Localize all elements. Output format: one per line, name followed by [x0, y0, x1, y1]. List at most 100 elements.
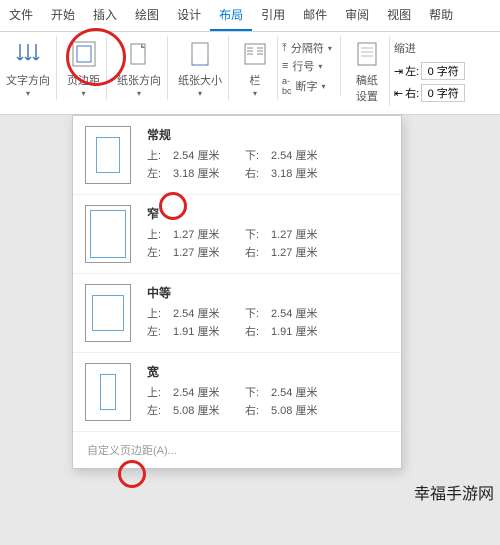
chevron-down-icon: ▾: [328, 44, 332, 53]
menu-item-邮件[interactable]: 邮件: [294, 0, 336, 31]
hyphenation-icon: a-bc: [282, 76, 292, 96]
text-direction-icon: [12, 38, 44, 70]
margin-bottom-value: 1.27 厘米: [271, 226, 343, 242]
margin-bottom-label: 下:: [245, 384, 271, 400]
menu-item-开始[interactable]: 开始: [42, 0, 84, 31]
margin-thumb-icon: [85, 363, 131, 421]
margin-top-value: 2.54 厘米: [173, 305, 245, 321]
orientation-label: 纸张方向: [117, 72, 161, 88]
margins-button[interactable]: 页边距 ▾: [61, 36, 107, 100]
indent-right-label: 右:: [405, 85, 419, 101]
orientation-icon: [123, 38, 155, 70]
margin-preset-宽[interactable]: 宽上:2.54 厘米下:2.54 厘米左:5.08 厘米右:5.08 厘米: [73, 353, 401, 432]
chevron-down-icon: ▾: [137, 89, 141, 98]
margin-thumb-icon: [85, 284, 131, 342]
chevron-down-icon: ▾: [253, 89, 257, 98]
breaks-label: 分隔符: [291, 40, 324, 56]
menu-item-视图[interactable]: 视图: [378, 0, 420, 31]
margin-left-label: 左:: [147, 244, 173, 260]
chevron-down-icon: ▾: [318, 62, 322, 71]
manuscript-icon: [351, 38, 383, 70]
chevron-down-icon: ▾: [198, 89, 202, 98]
margin-preset-中等[interactable]: 中等上:2.54 厘米下:2.54 厘米左:1.91 厘米右:1.91 厘米: [73, 274, 401, 353]
margin-top-label: 上:: [147, 305, 173, 321]
margin-bottom-value: 2.54 厘米: [271, 147, 343, 163]
manuscript-settings-button[interactable]: 稿纸 设置: [345, 36, 390, 106]
margin-right-value: 1.27 厘米: [271, 244, 343, 260]
menu-item-审阅[interactable]: 审阅: [336, 0, 378, 31]
hyphenation-button[interactable]: a-bc 断字 ▾: [282, 76, 332, 96]
menu-item-绘图[interactable]: 绘图: [126, 0, 168, 31]
margin-left-value: 5.08 厘米: [173, 402, 245, 418]
breaks-button[interactable]: ⤒ 分隔符 ▾: [282, 40, 332, 56]
breaks-icon: ⤒: [282, 42, 287, 55]
margins-label: 页边距: [67, 72, 100, 88]
indent-left-label: 左:: [405, 63, 419, 79]
menu-item-设计[interactable]: 设计: [168, 0, 210, 31]
margin-thumb-icon: [85, 205, 131, 263]
custom-margins-button[interactable]: 自定义页边距(A)...: [73, 432, 401, 468]
indent-right-input[interactable]: [421, 84, 465, 102]
menu-item-引用[interactable]: 引用: [252, 0, 294, 31]
margin-preset-name: 窄: [147, 205, 389, 222]
menubar: 文件开始插入绘图设计布局引用邮件审阅视图帮助: [0, 0, 500, 32]
hyphenation-label: 断字: [296, 78, 318, 94]
margin-right-value: 1.91 厘米: [271, 323, 343, 339]
menu-item-文件[interactable]: 文件: [0, 0, 42, 31]
text-direction-button[interactable]: 文字方向 ▾: [0, 36, 57, 100]
margin-top-value: 2.54 厘米: [173, 147, 245, 163]
line-numbers-label: 行号: [292, 58, 314, 74]
watermark-text: 幸福手游网: [414, 480, 494, 504]
margins-icon: [68, 38, 100, 70]
margin-bottom-label: 下:: [245, 305, 271, 321]
columns-label: 栏: [250, 72, 261, 88]
paper-size-label: 纸张大小: [178, 72, 222, 88]
indent-group: 缩进 ⇥ 左: ⇤ 右:: [394, 36, 465, 102]
margin-top-label: 上:: [147, 226, 173, 242]
margin-preset-name: 常规: [147, 126, 389, 143]
margin-thumb-icon: [85, 126, 131, 184]
orientation-button[interactable]: 纸张方向 ▾: [111, 36, 168, 100]
margin-preset-窄[interactable]: 窄上:1.27 厘米下:1.27 厘米左:1.27 厘米右:1.27 厘米: [73, 195, 401, 274]
margin-top-label: 上:: [147, 384, 173, 400]
margin-left-value: 3.18 厘米: [173, 165, 245, 181]
margin-left-value: 1.27 厘米: [173, 244, 245, 260]
columns-icon: [239, 38, 271, 70]
menu-item-帮助[interactable]: 帮助: [420, 0, 462, 31]
margin-right-label: 右:: [245, 323, 271, 339]
chevron-down-icon: ▾: [81, 89, 85, 98]
indent-group-label: 缩进: [394, 40, 465, 56]
margin-left-label: 左:: [147, 402, 173, 418]
indent-left-icon: ⇥: [394, 65, 403, 78]
margin-preset-name: 中等: [147, 284, 389, 301]
text-direction-label: 文字方向: [6, 72, 50, 88]
ribbon-layout: 文字方向 ▾ 页边距 ▾ 纸张方向 ▾ 纸张大小 ▾ 栏 ▾ ⤒ 分隔符 ▾: [0, 32, 500, 115]
margin-top-label: 上:: [147, 147, 173, 163]
margin-preset-常规[interactable]: 常规上:2.54 厘米下:2.54 厘米左:3.18 厘米右:3.18 厘米: [73, 116, 401, 195]
margin-bottom-label: 下:: [245, 147, 271, 163]
paper-size-button[interactable]: 纸张大小 ▾: [172, 36, 229, 100]
margins-dropdown: 常规上:2.54 厘米下:2.54 厘米左:3.18 厘米右:3.18 厘米窄上…: [72, 115, 402, 469]
paper-size-icon: [184, 38, 216, 70]
margin-bottom-value: 2.54 厘米: [271, 305, 343, 321]
indent-right-icon: ⇤: [394, 87, 403, 100]
margin-left-label: 左:: [147, 165, 173, 181]
margin-top-value: 1.27 厘米: [173, 226, 245, 242]
margin-bottom-value: 2.54 厘米: [271, 384, 343, 400]
margin-preset-name: 宽: [147, 363, 389, 380]
margin-right-value: 3.18 厘米: [271, 165, 343, 181]
margin-left-value: 1.91 厘米: [173, 323, 245, 339]
indent-left-input[interactable]: [421, 62, 465, 80]
margin-right-label: 右:: [245, 244, 271, 260]
menu-item-布局[interactable]: 布局: [210, 0, 252, 31]
manuscript-label: 稿纸 设置: [356, 72, 378, 104]
margin-right-label: 右:: [245, 165, 271, 181]
margin-top-value: 2.54 厘米: [173, 384, 245, 400]
line-numbers-icon: ≡: [282, 60, 288, 72]
menu-item-插入[interactable]: 插入: [84, 0, 126, 31]
margin-right-value: 5.08 厘米: [271, 402, 343, 418]
line-numbers-button[interactable]: ≡ 行号 ▾: [282, 58, 332, 74]
columns-button[interactable]: 栏 ▾: [233, 36, 278, 100]
chevron-down-icon: ▾: [322, 82, 326, 91]
margin-bottom-label: 下:: [245, 226, 271, 242]
